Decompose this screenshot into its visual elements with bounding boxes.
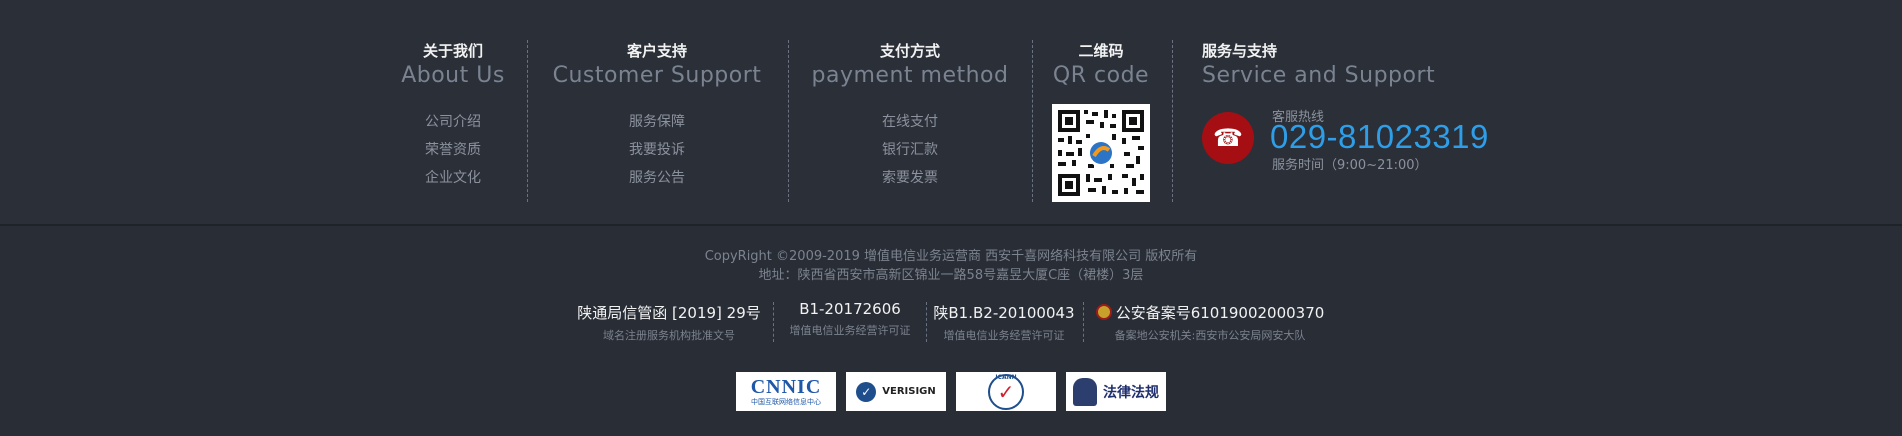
- qr-code-image: [1052, 104, 1150, 202]
- law-badge-label: 法律法规: [1103, 384, 1159, 401]
- divider: [1032, 40, 1033, 202]
- link-company-intro[interactable]: 公司介绍: [398, 108, 508, 136]
- service-subtitle: Service and Support: [1202, 63, 1436, 88]
- license-item[interactable]: 公安备案号61019002000370 备案地公安机关:西安市公安局网安大队: [1090, 302, 1330, 343]
- phone-icon: ☎: [1202, 112, 1254, 164]
- service-hours: 服务时间（9:00~21:00）: [1272, 158, 1428, 173]
- license-item[interactable]: 陕B1.B2-20100043 增值电信业务经营许可证: [932, 302, 1076, 343]
- verisign-check-icon: ✓: [856, 381, 877, 402]
- service-title: 服务与支持: [1202, 42, 1278, 60]
- service-support: 服务与支持 Service and Support ☎ 客服热线 029-810…: [1202, 40, 1488, 173]
- divider: [926, 302, 927, 342]
- divider: [773, 302, 774, 342]
- column-payment: 支付方式 payment method 在线支付 银行汇款 索要发票: [804, 40, 1016, 192]
- license-subtitle: 增值电信业务经营许可证: [943, 329, 1065, 342]
- column-title: 关于我们: [422, 42, 483, 60]
- divider: [1083, 302, 1084, 342]
- icann-seal-icon: ✓ ICANN: [988, 373, 1024, 410]
- police-badge-icon: [1095, 304, 1112, 320]
- icann-badge[interactable]: ✓ ICANN: [956, 372, 1056, 411]
- cnnic-sub-text: 中国互联网络信息中心: [751, 398, 821, 406]
- hotline-number[interactable]: 029-81023319: [1270, 118, 1489, 156]
- copyright-text: CopyRight ©2009-2019 增值电信业务运营商 西安千喜网络科技有…: [704, 249, 1198, 264]
- link-invoice[interactable]: 索要发票: [804, 164, 1016, 192]
- verisign-logo-text: VERISIGN: [882, 386, 936, 397]
- column-qrcode: 二维码 QR code: [1046, 40, 1156, 90]
- column-about: 关于我们 About Us 公司介绍 荣誉资质 企业文化: [398, 40, 508, 192]
- address-text: 地址：陕西省西安市高新区锦业一路58号嘉昱大厦C座（裙楼）3层: [758, 268, 1144, 283]
- license-title: 陕通局信管函 [2019] 29号: [577, 304, 761, 322]
- license-title: B1-20172606: [799, 300, 901, 318]
- column-support: 客户支持 Customer Support 服务保障 我要投诉 服务公告: [544, 40, 770, 192]
- icann-seal-text: ICANN: [995, 373, 1017, 381]
- license-title: 公安备案号61019002000370: [1115, 304, 1325, 322]
- column-subtitle: QR code: [1052, 63, 1150, 88]
- link-announcement[interactable]: 服务公告: [544, 164, 770, 192]
- license-subtitle: 域名注册服务机构批准文号: [603, 329, 735, 342]
- police-officer-icon: [1073, 377, 1097, 406]
- link-honors[interactable]: 荣誉资质: [398, 136, 508, 164]
- license-item[interactable]: 陕通局信管函 [2019] 29号 域名注册服务机构批准文号: [574, 302, 764, 343]
- column-title: 支付方式: [879, 42, 940, 60]
- column-subtitle: payment method: [811, 63, 1009, 88]
- license-subtitle: 备案地公安机关:西安市公安局网安大队: [1114, 329, 1306, 342]
- cnnic-logo-text: CNNIC: [750, 376, 822, 398]
- divider: [1172, 40, 1173, 202]
- link-bank-transfer[interactable]: 银行汇款: [804, 136, 1016, 164]
- column-subtitle: About Us: [401, 63, 505, 88]
- verisign-badge[interactable]: ✓ VERISIGN: [846, 372, 946, 411]
- divider: [788, 40, 789, 202]
- cnnic-badge[interactable]: CNNIC 中国互联网络信息中心: [736, 372, 836, 411]
- link-complaint[interactable]: 我要投诉: [544, 136, 770, 164]
- column-title: 客户支持: [626, 42, 687, 60]
- column-title: 二维码: [1078, 42, 1124, 60]
- license-item[interactable]: B1-20172606 增值电信业务经营许可证: [780, 300, 920, 338]
- license-subtitle: 增值电信业务经营许可证: [789, 324, 911, 337]
- link-culture[interactable]: 企业文化: [398, 164, 508, 192]
- law-badge[interactable]: 法律法规: [1066, 372, 1166, 411]
- link-online-pay[interactable]: 在线支付: [804, 108, 1016, 136]
- column-subtitle: Customer Support: [552, 63, 762, 88]
- footer-top: 关于我们 About Us 公司介绍 荣誉资质 企业文化 客户支持 Custom…: [0, 0, 1902, 227]
- divider: [527, 40, 528, 202]
- link-service-guarantee[interactable]: 服务保障: [544, 108, 770, 136]
- license-title: 陕B1.B2-20100043: [933, 304, 1075, 322]
